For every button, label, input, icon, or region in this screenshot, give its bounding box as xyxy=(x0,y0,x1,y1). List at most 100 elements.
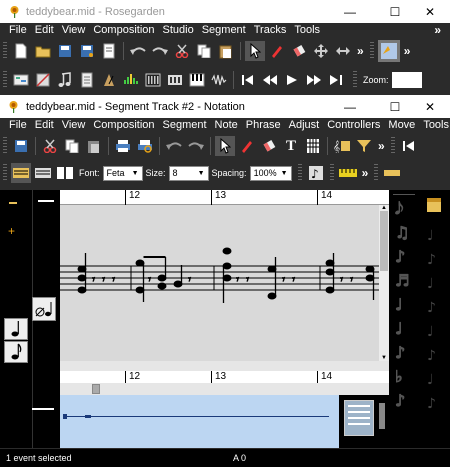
score-horizontal-scrollbar[interactable] xyxy=(60,361,389,371)
audio-icon[interactable] xyxy=(121,70,141,90)
fast-forward-to-end-icon[interactable] xyxy=(326,70,346,90)
play-icon[interactable] xyxy=(282,70,302,90)
ruler-icon[interactable] xyxy=(338,163,358,183)
fast-forward-icon[interactable] xyxy=(304,70,324,90)
new-file-icon[interactable] xyxy=(11,41,31,61)
controller-slider[interactable] xyxy=(379,403,385,429)
toolbar-grip-icon[interactable] xyxy=(3,42,7,60)
move-tool-icon[interactable] xyxy=(311,41,331,61)
draw-tool-icon[interactable] xyxy=(267,41,287,61)
open-folder-icon[interactable] xyxy=(33,41,53,61)
scroll-up-arrow-icon[interactable]: ▲ xyxy=(381,205,387,211)
properties-icon[interactable] xyxy=(99,41,119,61)
text-tool-icon[interactable]: T xyxy=(281,136,301,156)
toolbar-overflow-chevron-icon[interactable]: » xyxy=(354,44,367,58)
n-select-tool-icon[interactable] xyxy=(215,136,235,156)
menu-overflow-chevron-icon[interactable]: » xyxy=(431,23,444,37)
print-preview-icon[interactable] xyxy=(135,136,155,156)
n-redo-icon[interactable] xyxy=(186,136,206,156)
piano-keyboard-icon[interactable] xyxy=(187,70,207,90)
menu-tracks[interactable]: Tracks xyxy=(250,24,291,36)
synth-plugin-icon[interactable] xyxy=(209,70,229,90)
bar-ruler[interactable]: 12 13 14 xyxy=(60,190,389,205)
devices-icon[interactable] xyxy=(165,70,185,90)
menu-tools[interactable]: Tools xyxy=(290,24,324,36)
copy-icon[interactable] xyxy=(194,41,214,61)
rewind-to-start-icon[interactable] xyxy=(238,70,258,90)
score-vscroll-thumb[interactable] xyxy=(380,211,388,271)
n-copy-icon[interactable] xyxy=(62,136,82,156)
score-canvas[interactable]: 𝄾 𝄾 𝄾 𝄾 𝄾 𝄾 𝄾 𝄾 𝄾 𝄾 𝄾 xyxy=(60,205,379,361)
size-select[interactable]: 8 ▼ xyxy=(168,165,209,181)
guitar-chord-icon[interactable] xyxy=(303,136,323,156)
controller-ruler[interactable]: 12 13 14 xyxy=(60,371,389,383)
segment-editor-icon[interactable] xyxy=(11,70,31,90)
transport-icon[interactable] xyxy=(377,40,400,62)
symbol-insert-icon[interactable]: 𝄞 xyxy=(332,136,352,156)
menu-studio[interactable]: Studio xyxy=(159,24,198,36)
redo-icon[interactable] xyxy=(150,41,170,61)
menu-view[interactable]: View xyxy=(58,24,90,36)
layout-linear-icon[interactable] xyxy=(11,163,31,183)
nmenu-tools[interactable]: Tools xyxy=(419,119,450,131)
layout-continuous-icon[interactable] xyxy=(33,163,53,183)
layout-page-icon[interactable] xyxy=(55,163,75,183)
notation-close-button[interactable]: ✕ xyxy=(410,95,450,118)
nmenu-view[interactable]: View xyxy=(58,119,90,131)
n-draw-tool-icon[interactable] xyxy=(237,136,257,156)
nmenu-phrase[interactable]: Phrase xyxy=(242,119,285,131)
controller-hscroll-thumb[interactable] xyxy=(92,384,100,394)
rewind-icon[interactable] xyxy=(260,70,280,90)
maximize-button[interactable]: ☐ xyxy=(375,0,415,23)
nmenu-note[interactable]: Note xyxy=(211,119,242,131)
resize-tool-icon[interactable] xyxy=(333,41,353,61)
nmenu-composition[interactable]: Composition xyxy=(89,119,158,131)
eighth-note-button[interactable] xyxy=(4,341,28,363)
controller-panel[interactable] xyxy=(60,395,339,448)
n-cut-icon[interactable] xyxy=(40,136,60,156)
nmenu-controllers[interactable]: Controllers xyxy=(323,119,384,131)
music-note-icon[interactable] xyxy=(55,70,75,90)
notation-maximize-button[interactable]: ☐ xyxy=(375,95,415,118)
nmenu-adjust[interactable]: Adjust xyxy=(285,119,324,131)
cut-icon[interactable] xyxy=(172,41,192,61)
n-undo-icon[interactable] xyxy=(164,136,184,156)
tempo-icon[interactable] xyxy=(99,70,119,90)
event-list-icon[interactable] xyxy=(77,70,97,90)
plus-icon[interactable]: + xyxy=(8,224,15,238)
notation-minimize-button[interactable]: — xyxy=(330,95,370,118)
palette-insert-icon[interactable] xyxy=(425,196,443,214)
grace-note-button[interactable] xyxy=(32,297,56,321)
toolbar-overflow-chevron-icon-2[interactable]: » xyxy=(401,44,414,58)
n-toolbar-overflow-chevron-icon[interactable]: » xyxy=(375,139,388,153)
undo-icon[interactable] xyxy=(128,41,148,61)
erase-tool-icon[interactable] xyxy=(289,41,309,61)
n-save-icon[interactable] xyxy=(11,136,31,156)
n-toolbar2-overflow-chevron-icon[interactable]: » xyxy=(359,166,372,180)
close-button[interactable]: ✕ xyxy=(410,0,450,23)
menu-edit[interactable]: Edit xyxy=(31,24,58,36)
n-paste-icon[interactable] xyxy=(84,136,104,156)
select-tool-icon[interactable] xyxy=(245,41,265,61)
menu-file[interactable]: File xyxy=(5,24,31,36)
midi-mixer-icon[interactable] xyxy=(143,70,163,90)
quantize-icon[interactable] xyxy=(33,70,53,90)
menu-composition[interactable]: Composition xyxy=(89,24,158,36)
controller-horizontal-scrollbar[interactable] xyxy=(60,383,389,395)
print-icon[interactable] xyxy=(113,136,133,156)
save-icon[interactable] xyxy=(55,41,75,61)
chord-mode-icon[interactable] xyxy=(382,163,402,183)
controller-preview-icon[interactable] xyxy=(344,400,374,436)
menu-segment[interactable]: Segment xyxy=(198,24,250,36)
nmenu-edit[interactable]: Edit xyxy=(31,119,58,131)
score-vertical-scrollbar[interactable]: ▲ ▼ xyxy=(379,205,389,361)
minimize-button[interactable]: — xyxy=(330,0,370,23)
save-as-icon[interactable] xyxy=(77,41,97,61)
nmenu-segment[interactable]: Segment xyxy=(159,119,211,131)
paste-icon[interactable] xyxy=(216,41,236,61)
quarter-note-button[interactable] xyxy=(4,318,28,340)
filter-icon[interactable] xyxy=(354,136,374,156)
spacing-select[interactable]: 100% ▼ xyxy=(249,165,292,181)
font-select[interactable]: Feta ▼ xyxy=(102,165,143,181)
nmenu-file[interactable]: File xyxy=(5,119,31,131)
